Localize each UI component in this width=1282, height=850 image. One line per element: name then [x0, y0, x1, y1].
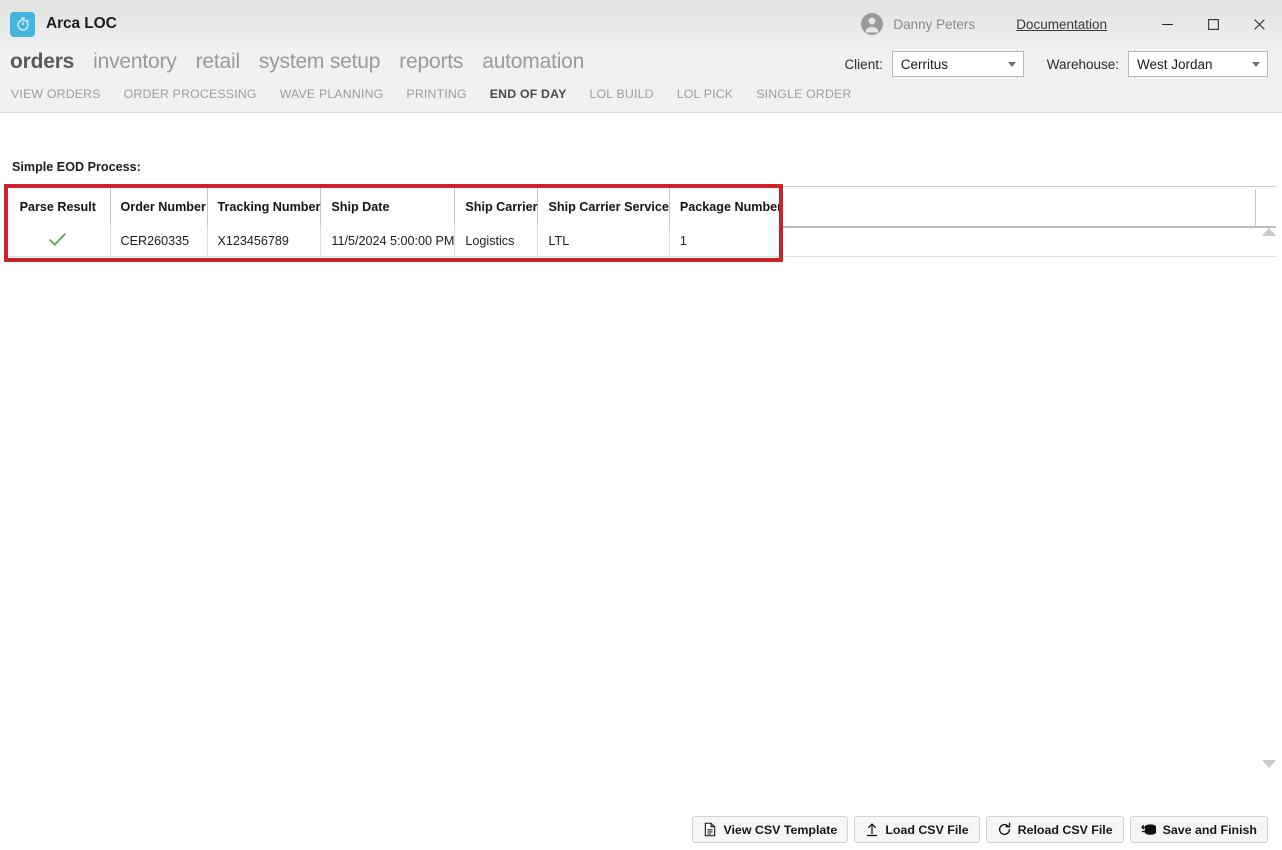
eod-grid-container: Parse Result Order Number Tracking Numbe…	[6, 186, 1276, 296]
column-header-ship-carrier[interactable]: Ship Carrier	[454, 187, 539, 226]
subnav-lol-pick[interactable]: LOL PICK	[677, 87, 734, 101]
cell-order-number: CER260335	[110, 226, 208, 256]
load-csv-file-button[interactable]: Load CSV File	[854, 816, 980, 843]
client-select-value: Cerritus	[900, 56, 948, 72]
column-header-order-number[interactable]: Order Number	[110, 187, 208, 226]
refresh-icon	[997, 822, 1012, 837]
sub-navigation: VIEW ORDERS ORDER PROCESSING WAVE PLANNI…	[11, 87, 852, 101]
save-and-finish-label: Save and Finish	[1162, 822, 1257, 837]
subnav-lol-build[interactable]: LOL BUILD	[590, 87, 654, 101]
nav-inventory[interactable]: inventory	[93, 50, 177, 74]
app-title: Arca LOC	[46, 15, 117, 32]
document-icon	[703, 822, 717, 837]
cell-tracking-number: X123456789	[207, 226, 322, 256]
column-header-ship-date[interactable]: Ship Date	[320, 187, 456, 226]
subnav-order-processing[interactable]: ORDER PROCESSING	[124, 87, 257, 101]
chevron-down-icon	[1252, 62, 1260, 67]
column-header-package-number[interactable]: Package Number	[669, 187, 784, 226]
cell-package-number: 1	[669, 226, 784, 256]
app-brand: Arca LOC	[10, 11, 117, 37]
load-csv-file-label: Load CSV File	[885, 822, 969, 837]
subnav-end-of-day[interactable]: END OF DAY	[490, 87, 567, 101]
view-csv-template-label: View CSV Template	[723, 822, 838, 837]
table-header-row: Parse Result Order Number Tracking Numbe…	[6, 187, 784, 226]
subnav-printing[interactable]: PRINTING	[406, 87, 466, 101]
client-label: Client:	[844, 56, 883, 72]
check-mark-icon	[48, 232, 67, 250]
main-navigation: orders inventory retail system setup rep…	[10, 50, 584, 74]
nav-system-setup[interactable]: system setup	[259, 50, 381, 74]
upload-icon	[865, 822, 879, 837]
title-bar-right: Danny Peters Documentation	[860, 0, 1282, 48]
user-account[interactable]: Danny Peters	[860, 12, 975, 36]
cell-ship-date: 11/5/2024 5:00:00 PM	[320, 226, 456, 256]
window-controls	[1144, 0, 1282, 48]
reload-csv-file-button[interactable]: Reload CSV File	[985, 816, 1124, 843]
nav-reports[interactable]: reports	[399, 50, 463, 74]
view-csv-template-button[interactable]: View CSV Template	[692, 816, 849, 843]
subnav-view-orders[interactable]: VIEW ORDERS	[11, 87, 101, 101]
nav-retail[interactable]: retail	[196, 50, 241, 74]
client-select[interactable]: Cerritus	[891, 51, 1024, 77]
scroll-down-arrow-icon[interactable]	[1262, 760, 1276, 768]
database-save-icon	[1140, 822, 1157, 837]
navigation-band: orders inventory retail system setup rep…	[0, 48, 1282, 113]
warehouse-label: Warehouse:	[1046, 56, 1119, 72]
nav-orders[interactable]: orders	[10, 50, 74, 74]
warehouse-select-value: West Jordan	[1137, 56, 1213, 72]
vertical-scrollbar[interactable]	[1256, 114, 1282, 774]
cell-ship-carrier-service: LTL	[537, 226, 670, 256]
eod-table: Parse Result Order Number Tracking Numbe…	[6, 187, 784, 256]
close-button[interactable]	[1236, 0, 1282, 48]
user-avatar-icon	[860, 12, 884, 36]
grid-row-divider	[6, 256, 1276, 257]
subnav-single-order[interactable]: SINGLE ORDER	[756, 87, 851, 101]
minimize-button[interactable]	[1144, 0, 1190, 48]
user-name-label: Danny Peters	[893, 16, 976, 32]
save-and-finish-button[interactable]: Save and Finish	[1129, 816, 1268, 843]
warehouse-select[interactable]: West Jordan	[1128, 51, 1268, 77]
documentation-link[interactable]: Documentation	[1016, 17, 1107, 32]
subnav-wave-planning[interactable]: WAVE PLANNING	[280, 87, 384, 101]
page-title: Simple EOD Process:	[12, 160, 141, 174]
nav-automation[interactable]: automation	[482, 50, 584, 74]
table-row[interactable]: CER260335 X123456789 11/5/2024 5:00:00 P…	[6, 226, 784, 256]
footer-actions: View CSV Template Load CSV File Reload C…	[692, 816, 1268, 843]
maximize-button[interactable]	[1190, 0, 1236, 48]
column-header-ship-carrier-service[interactable]: Ship Carrier Service	[537, 187, 670, 226]
column-header-parse-result[interactable]: Parse Result	[6, 187, 111, 226]
scroll-up-arrow-icon[interactable]	[1262, 228, 1276, 236]
column-header-tracking-number[interactable]: Tracking Number	[207, 187, 322, 226]
reload-csv-file-label: Reload CSV File	[1017, 822, 1113, 837]
cell-parse-result	[6, 226, 111, 256]
stopwatch-icon	[10, 11, 35, 37]
chevron-down-icon	[1007, 62, 1016, 67]
context-selectors: Client: Cerritus Warehouse: West Jordan	[844, 51, 1268, 77]
cell-ship-carrier: Logistics	[454, 226, 539, 256]
main-content: Simple EOD Process: Parse Result Order N…	[0, 114, 1282, 850]
title-bar: Arca LOC Danny Peters Documentation	[0, 0, 1282, 48]
